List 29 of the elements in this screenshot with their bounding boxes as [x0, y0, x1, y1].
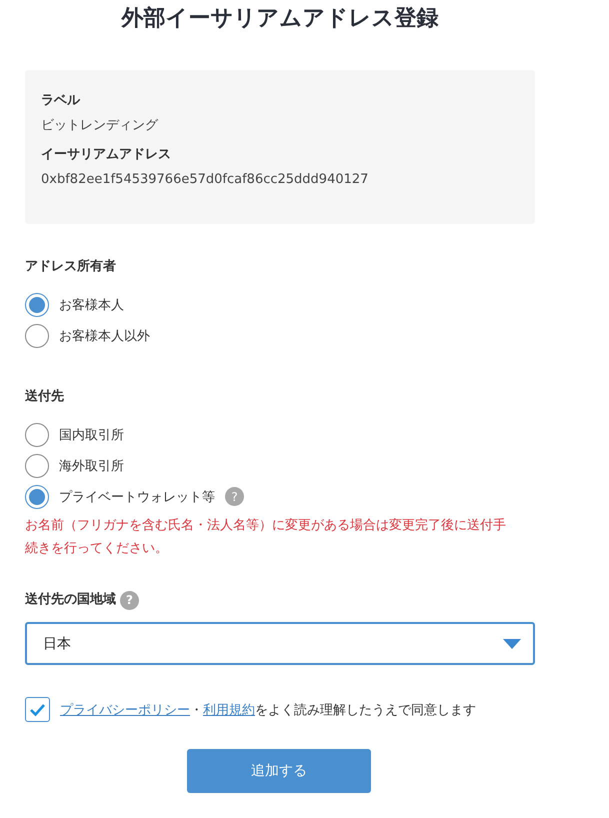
section-label: 送付先 — [25, 388, 64, 406]
radio-button[interactable] — [25, 422, 49, 446]
option-label: プライベートウォレット等 — [59, 488, 215, 506]
section-label: 送付先の国地域 — [25, 591, 116, 609]
radio-button[interactable] — [25, 292, 49, 316]
option-label: 海外取引所 — [59, 458, 124, 474]
country-select[interactable]: 日本 — [25, 622, 535, 665]
radio-button[interactable] — [25, 484, 49, 508]
radio-button[interactable] — [25, 454, 49, 478]
field-value: 0xbf82ee1f54539766e57d0fcaf86cc25ddd940127 — [41, 171, 370, 189]
check-icon — [29, 702, 46, 716]
page-title: 外部イーサリアムアドレス登録 — [120, 5, 440, 33]
policy-link[interactable]: 利用規約 — [203, 702, 255, 718]
field-label: ラベル — [41, 92, 82, 110]
help-icon[interactable]: ? — [225, 487, 244, 506]
warning-text: お名前（フリガナを含む氏名・法人名等）に変更がある場合は変更完了後に送付手続きを行ってください。 — [25, 517, 507, 558]
policy-link[interactable]: プライバシーポリシー — [60, 702, 190, 718]
help-icon[interactable]: ? — [120, 590, 139, 610]
option-label: 国内取引所 — [59, 426, 124, 444]
field-label: イーサリアムアドレス — [41, 146, 172, 164]
add-button[interactable]: 追加する — [187, 749, 371, 793]
option-label: お客様本人 — [59, 296, 124, 314]
section-label: アドレス所有者 — [25, 258, 116, 276]
field-value: ビットレンディング — [41, 117, 160, 135]
checkbox[interactable] — [25, 697, 50, 722]
caret-icon — [503, 638, 521, 648]
agreement-text: プライバシーポリシー・利用規約をよく読み理解したうえで同意します — [60, 702, 476, 718]
option-label: お客様本人以外 — [59, 328, 150, 344]
radio-button[interactable] — [25, 324, 49, 348]
